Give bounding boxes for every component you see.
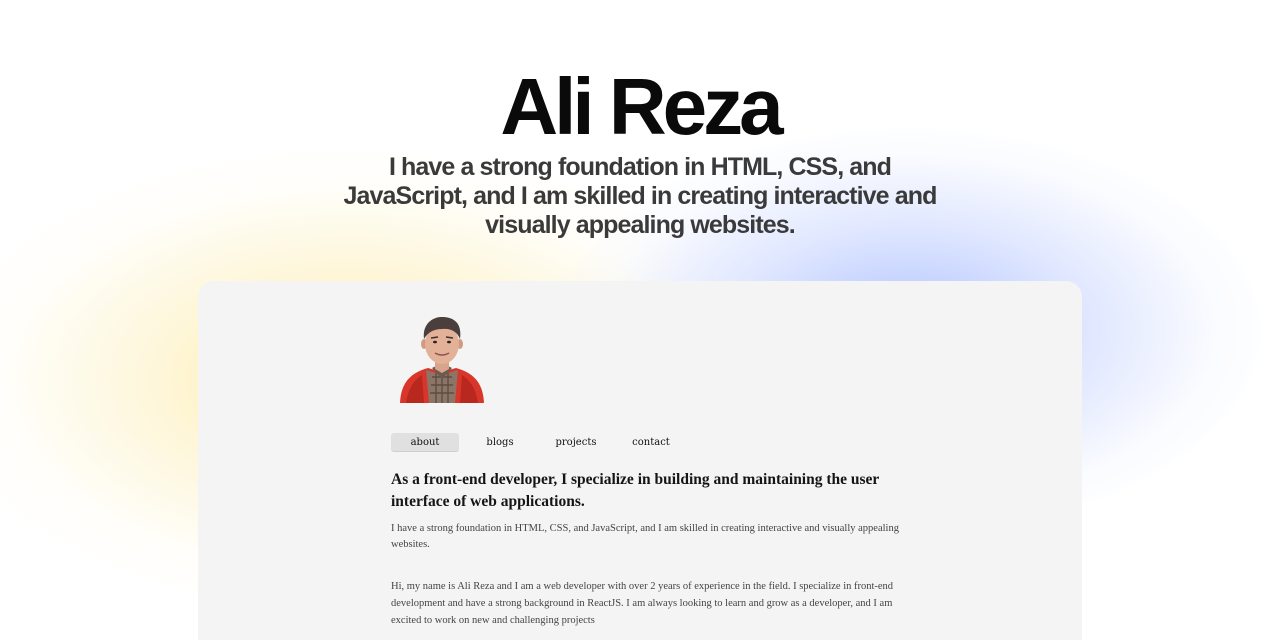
about-bio: Hi, my name is Ali Reza and I am a web d…	[391, 581, 894, 626]
about-summary: I have a strong foundation in HTML, CSS,…	[391, 523, 899, 550]
nav-tab-blogs[interactable]: blogs	[459, 433, 541, 452]
hero-tagline: I have a strong foundation in HTML, CSS,…	[343, 153, 938, 239]
nav-tab-contact[interactable]: contact	[611, 433, 691, 452]
site-preview-card: about blogs projects contact As a front-…	[198, 281, 1082, 640]
hero-name: Ali Reza	[500, 62, 783, 151]
preview-nav: about blogs projects contact	[391, 433, 691, 452]
about-lead: As a front-end developer, I specialize i…	[391, 471, 880, 510]
nav-tab-projects[interactable]: projects	[541, 433, 611, 452]
person-portrait-icon	[392, 316, 492, 403]
nav-tab-about[interactable]: about	[391, 433, 459, 452]
